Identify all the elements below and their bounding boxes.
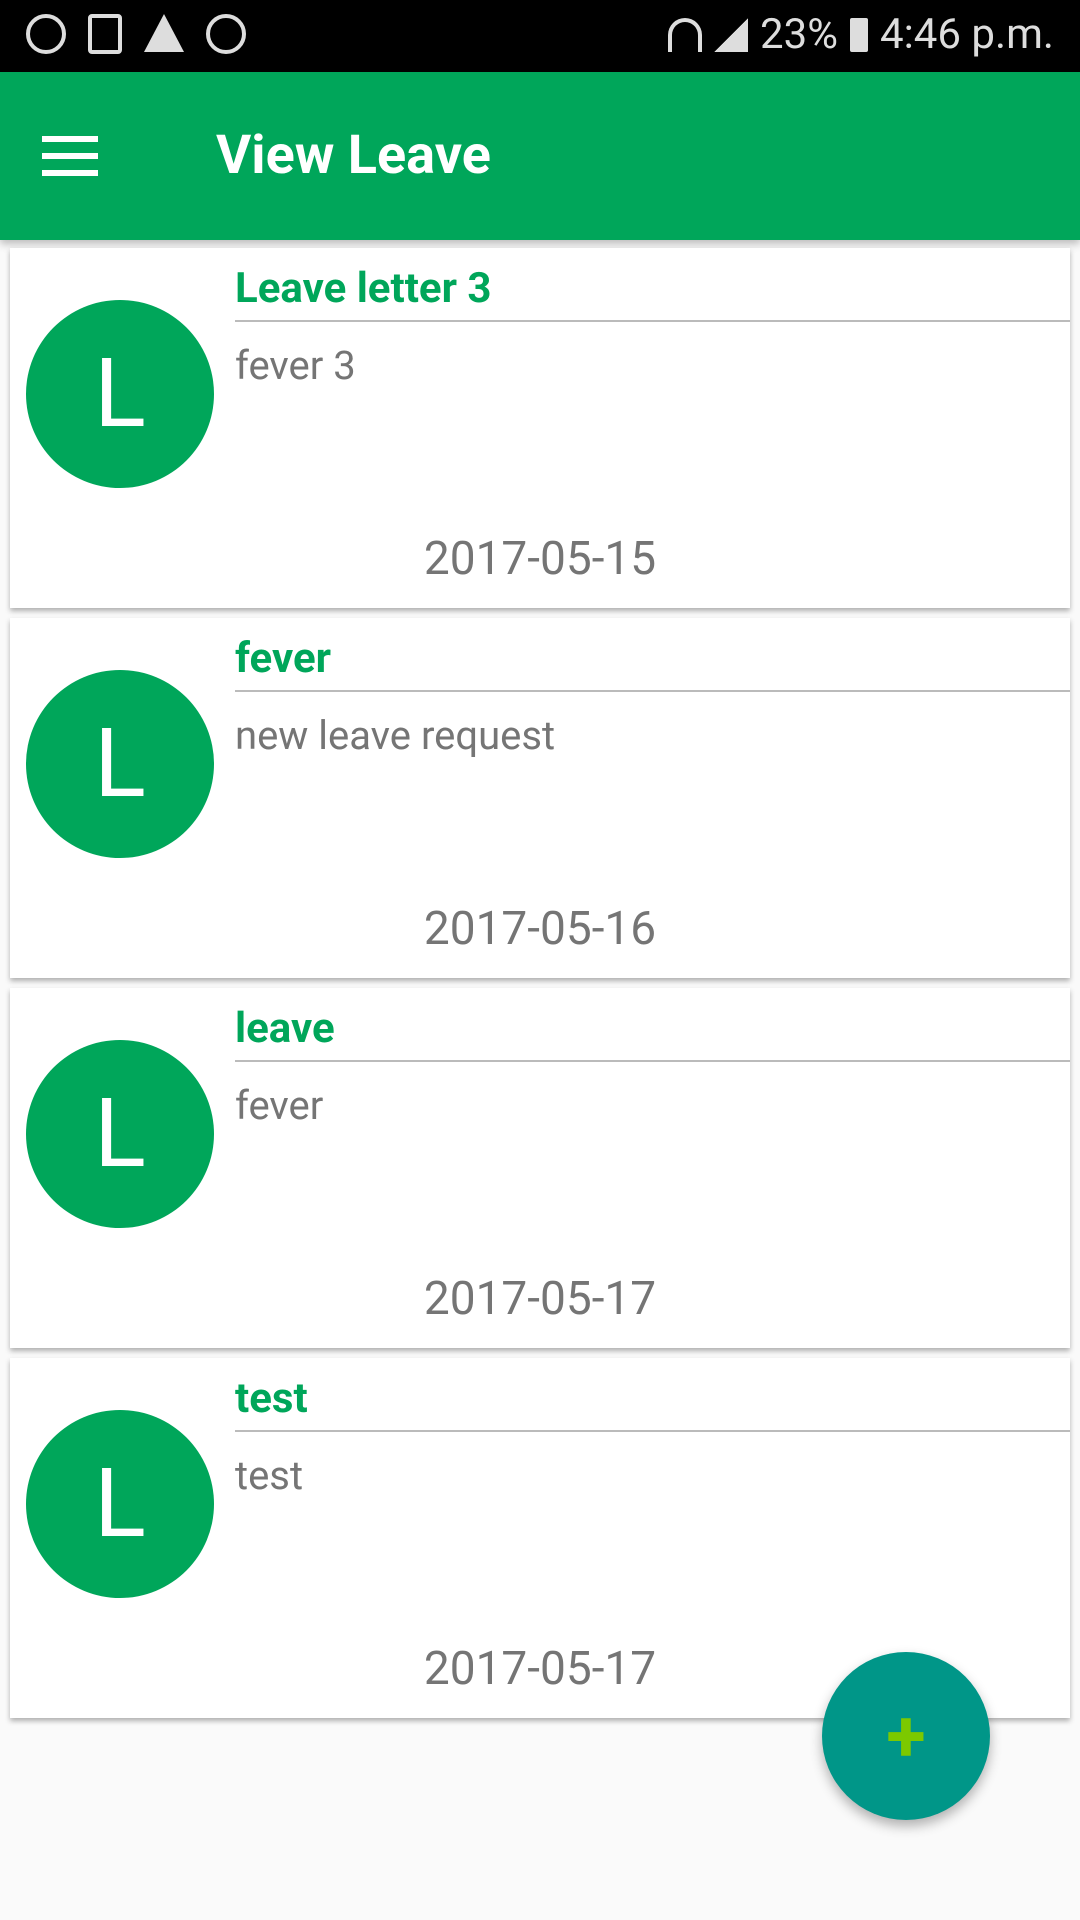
add-leave-button[interactable]: +: [822, 1652, 990, 1820]
leave-date: 2017-05-16: [423, 902, 657, 956]
wifi-icon: [668, 17, 703, 52]
divider: [235, 320, 1070, 322]
whatsapp-icon: [26, 14, 66, 54]
app-bar: View Leave: [0, 72, 1080, 240]
leave-date: 2017-05-17: [423, 1272, 657, 1326]
gallery-icon: [88, 14, 122, 54]
avatar: L: [26, 1040, 214, 1228]
avatar: L: [26, 670, 214, 858]
plus-icon: +: [886, 1693, 926, 1779]
leave-date: 2017-05-15: [423, 532, 657, 586]
leave-title: Leave letter 3: [235, 264, 492, 313]
leave-description: new leave request: [235, 712, 556, 759]
signal-icon: [714, 17, 749, 52]
status-bar: 23% 4:46 p.m.: [0, 0, 1080, 72]
leave-description: fever 3: [235, 342, 356, 389]
divider: [235, 1430, 1070, 1432]
leave-description: fever: [235, 1082, 324, 1129]
divider: [235, 690, 1070, 692]
leave-card[interactable]: L Leave letter 3 fever 3 2017-05-15: [10, 248, 1070, 608]
leave-card[interactable]: L leave fever 2017-05-17: [10, 988, 1070, 1348]
divider: [235, 1060, 1070, 1062]
warning-icon: [144, 14, 184, 52]
leave-title: test: [235, 1374, 308, 1423]
leave-card[interactable]: L fever new leave request 2017-05-16: [10, 618, 1070, 978]
leave-title: fever: [235, 634, 332, 683]
avatar: L: [26, 1410, 214, 1598]
battery-percent: 23%: [760, 10, 839, 59]
battery-charging-icon: [850, 17, 869, 52]
leave-description: test: [235, 1452, 304, 1499]
clock: 4:46 p.m.: [880, 10, 1054, 59]
avatar: L: [26, 300, 214, 488]
call-icon: [206, 14, 246, 54]
page-title: View Leave: [216, 124, 491, 187]
leave-title: leave: [235, 1004, 335, 1053]
hamburger-icon[interactable]: [42, 136, 98, 176]
